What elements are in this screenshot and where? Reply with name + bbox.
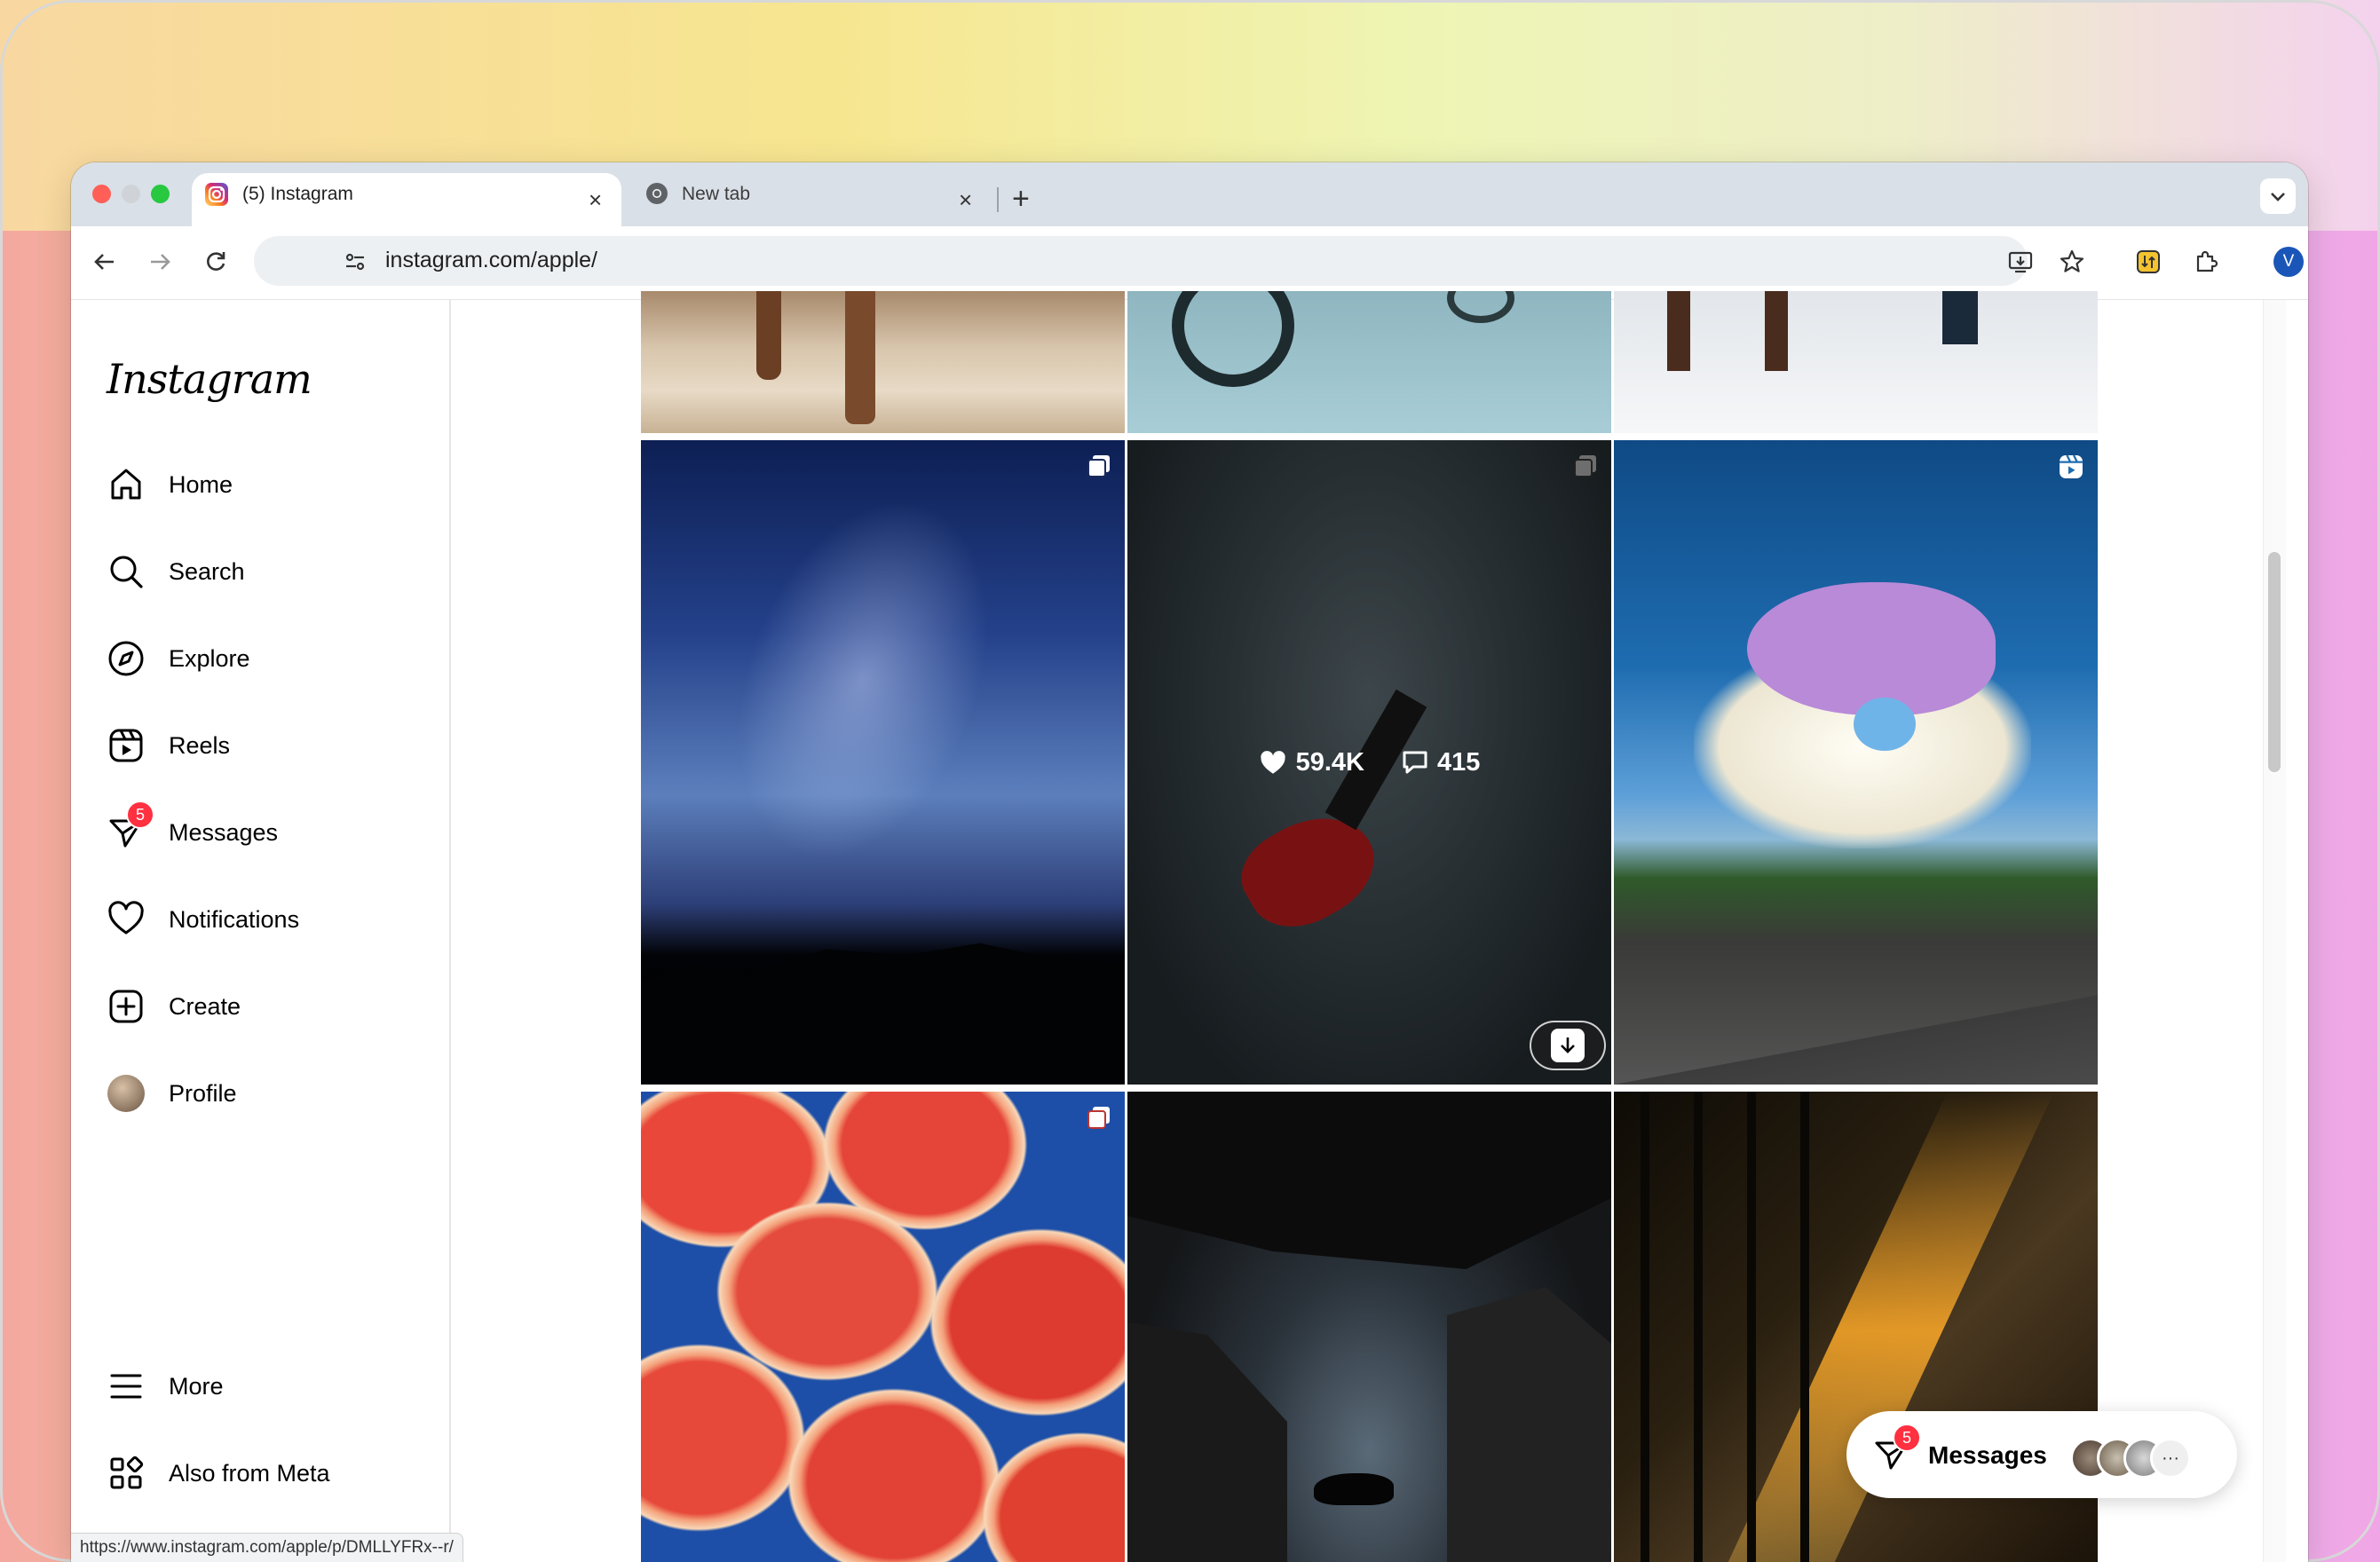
sidebar-item-label: Notifications bbox=[169, 905, 300, 933]
instagram-sidebar: Instagram Home Search Explore Reels 5 Me… bbox=[71, 300, 451, 1562]
menu-icon bbox=[107, 1367, 146, 1406]
carousel-icon bbox=[1087, 455, 1110, 477]
meta-grid-icon bbox=[107, 1454, 146, 1493]
reload-icon bbox=[207, 252, 225, 271]
sidebar-item-label: More bbox=[169, 1372, 224, 1400]
post-tile[interactable] bbox=[1614, 291, 2098, 433]
heart-filled-icon bbox=[1260, 751, 1285, 774]
post-tile[interactable] bbox=[641, 1092, 1125, 1562]
post-tile[interactable] bbox=[1127, 1092, 1611, 1562]
sidebar-item-create[interactable]: Create bbox=[107, 980, 426, 1033]
more-avatars-icon: ··· bbox=[2150, 1438, 2191, 1479]
comment-icon bbox=[1403, 751, 1427, 774]
tab-search-button[interactable] bbox=[2260, 178, 2296, 214]
avatar bbox=[107, 1075, 145, 1112]
instagram-page: Instagram Home Search Explore Reels 5 Me… bbox=[71, 291, 2286, 1562]
maximize-window-button[interactable] bbox=[151, 185, 170, 203]
sidebar-item-label: Explore bbox=[169, 644, 250, 672]
likes-stat: 59.4K bbox=[1259, 748, 1364, 777]
sidebar-item-profile[interactable]: Profile bbox=[107, 1067, 426, 1120]
forward-button[interactable] bbox=[142, 244, 178, 280]
sidebar-item-label: Also from Meta bbox=[169, 1459, 330, 1487]
bookmark-button[interactable] bbox=[2054, 244, 2090, 280]
instagram-logo[interactable]: Instagram bbox=[107, 355, 312, 403]
arrow-left-icon bbox=[94, 254, 114, 270]
sidebar-item-home[interactable]: Home bbox=[107, 458, 426, 511]
extensions-menu-button[interactable] bbox=[2188, 244, 2224, 280]
star-icon bbox=[2060, 249, 2084, 272]
arrow-right-icon bbox=[151, 254, 170, 270]
download-button[interactable] bbox=[1530, 1021, 1606, 1070]
sidebar-item-label: Messages bbox=[169, 818, 279, 846]
reels-icon bbox=[2060, 454, 2083, 478]
tab-title: (5) Instagram bbox=[242, 184, 353, 204]
notification-badge: 5 bbox=[126, 801, 154, 829]
post-tile[interactable] bbox=[641, 440, 1125, 1085]
messenger-icon: 5 bbox=[107, 801, 154, 852]
plus-square-icon bbox=[107, 987, 146, 1026]
download-icon bbox=[1551, 1029, 1585, 1062]
search-icon bbox=[107, 552, 146, 591]
tab-separator bbox=[997, 187, 999, 212]
sidebar-item-label: Profile bbox=[169, 1079, 237, 1107]
carousel-icon bbox=[1087, 1107, 1110, 1129]
messages-pill-label: Messages bbox=[1928, 1441, 2047, 1469]
install-app-button[interactable] bbox=[2003, 244, 2038, 280]
heart-icon bbox=[107, 900, 146, 939]
comments-stat: 415 bbox=[1402, 748, 1480, 777]
instagram-icon bbox=[204, 182, 229, 207]
close-tab-icon[interactable]: × bbox=[959, 188, 972, 211]
tab-strip: (5) Instagram × New tab × + bbox=[71, 162, 2308, 226]
profile-button[interactable]: V bbox=[2271, 244, 2306, 280]
chrome-icon bbox=[645, 182, 670, 207]
chevron-down-icon bbox=[2271, 193, 2285, 201]
comments-count: 415 bbox=[1437, 747, 1481, 777]
url-text[interactable]: instagram.com/apple/ bbox=[385, 248, 597, 273]
sidebar-item-also-from-meta[interactable]: Also from Meta bbox=[107, 1447, 426, 1500]
post-hover-overlay: 59.4K 415 bbox=[1127, 440, 1611, 1085]
sidebar-item-messages[interactable]: 5 Messages bbox=[107, 801, 426, 859]
extension-transfer-icon bbox=[2137, 250, 2160, 273]
likes-count: 59.4K bbox=[1295, 747, 1364, 777]
sidebar-item-label: Home bbox=[169, 470, 233, 498]
site-settings-button[interactable] bbox=[337, 244, 373, 280]
notification-badge: 5 bbox=[1893, 1424, 1921, 1452]
install-icon bbox=[2008, 251, 2033, 273]
sidebar-item-reels[interactable]: Reels bbox=[107, 719, 426, 772]
close-tab-icon[interactable]: × bbox=[589, 188, 602, 211]
status-bar-url: https://www.instagram.com/apple/p/DMLLYF… bbox=[71, 1533, 463, 1562]
page-scrollbar[interactable] bbox=[2263, 300, 2286, 1562]
tune-icon bbox=[345, 253, 365, 271]
post-tile[interactable] bbox=[1614, 440, 2098, 1085]
sidebar-item-search[interactable]: Search bbox=[107, 545, 426, 598]
new-tab-button[interactable]: + bbox=[1012, 184, 1030, 214]
sidebar-item-label: Search bbox=[169, 557, 245, 585]
back-button[interactable] bbox=[87, 244, 123, 280]
sidebar-item-explore[interactable]: Explore bbox=[107, 632, 426, 685]
home-icon bbox=[107, 465, 146, 504]
browser-window: (5) Instagram × New tab × + instagram.co… bbox=[71, 162, 2308, 1562]
browser-toolbar: instagram.com/apple/ V bbox=[71, 226, 2308, 300]
close-window-button[interactable] bbox=[92, 185, 111, 203]
tab-title[interactable]: New tab bbox=[682, 184, 750, 205]
reels-icon bbox=[107, 726, 146, 765]
profile-avatar: V bbox=[2273, 247, 2304, 277]
minimize-window-button[interactable] bbox=[122, 185, 140, 203]
compass-icon bbox=[107, 639, 146, 678]
post-tile[interactable] bbox=[1127, 291, 1611, 433]
post-tile-hovered[interactable]: 59.4K 415 bbox=[1127, 440, 1611, 1085]
extension-button[interactable] bbox=[2131, 244, 2166, 280]
sidebar-item-label: Reels bbox=[169, 731, 231, 759]
sidebar-item-more[interactable]: More bbox=[107, 1360, 426, 1413]
post-tile[interactable] bbox=[641, 291, 1125, 433]
puzzle-icon bbox=[2196, 250, 2218, 272]
scrollbar-thumb[interactable] bbox=[2268, 552, 2281, 772]
sidebar-item-notifications[interactable]: Notifications bbox=[107, 893, 426, 946]
messages-pill[interactable]: 5 Messages ··· bbox=[1846, 1411, 2237, 1498]
reload-button[interactable] bbox=[198, 244, 233, 280]
sidebar-item-label: Create bbox=[169, 992, 241, 1020]
